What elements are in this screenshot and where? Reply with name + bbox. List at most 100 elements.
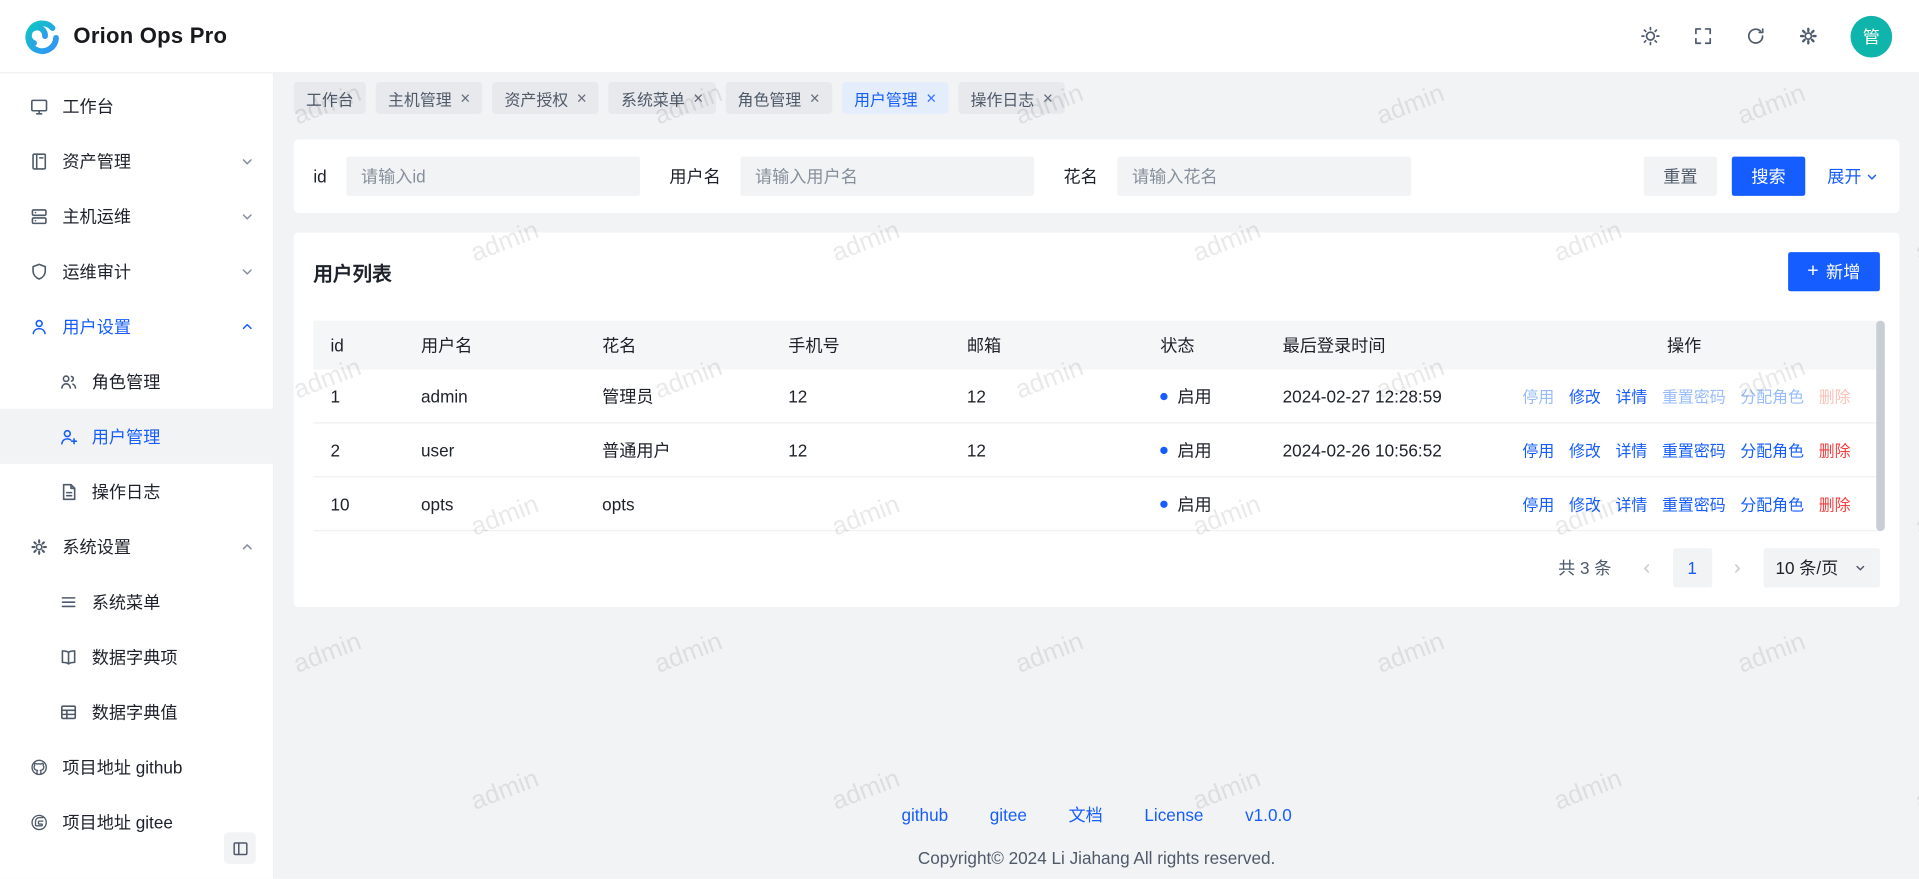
action-detail[interactable]: 详情 [1615, 492, 1647, 515]
reset-button[interactable]: 重置 [1644, 157, 1717, 196]
sidebar-item-label: 主机运维 [62, 204, 131, 228]
search-button[interactable]: 搜索 [1732, 157, 1805, 196]
app-header: Orion Ops Pro [0, 0, 1919, 73]
watermark-text: admin [1911, 216, 1919, 269]
action-delete[interactable]: 删除 [1819, 492, 1851, 515]
action-edit[interactable]: 修改 [1569, 438, 1601, 461]
tab-asset-authorization[interactable]: 资产授权 × [492, 82, 599, 114]
action-detail[interactable]: 详情 [1615, 438, 1647, 461]
action-delete[interactable]: 删除 [1819, 384, 1851, 407]
footer-link-gitee[interactable]: gitee [990, 805, 1027, 825]
sidebar-item-user-settings[interactable]: 用户设置 [0, 299, 273, 354]
sidebar-item-dict-keys[interactable]: 数据字典项 [0, 629, 273, 684]
column-header: 状态 [1143, 333, 1265, 357]
sidebar-item-audit[interactable]: 运维审计 [0, 244, 273, 299]
sidebar-item-label: 运维审计 [62, 259, 131, 283]
theme-toggle-icon[interactable] [1640, 26, 1661, 47]
cell-username: admin [404, 386, 585, 406]
action-assign-role[interactable]: 分配角色 [1740, 384, 1804, 407]
action-disable[interactable]: 停用 [1522, 384, 1554, 407]
sidebar-item-label: 工作台 [62, 94, 113, 118]
action-detail[interactable]: 详情 [1615, 384, 1647, 407]
id-field-label: id [313, 166, 326, 186]
tab-role-management[interactable]: 角色管理 × [725, 82, 832, 114]
table-row: 10 opts opts 启用 停用 修改 详情 重置密码 [313, 477, 1880, 531]
app-logo-icon [20, 15, 62, 57]
chevron-right-icon [1730, 560, 1746, 576]
sidebar-item-role-management[interactable]: 角色管理 [0, 354, 273, 409]
footer-link-docs[interactable]: 文档 [1069, 803, 1103, 827]
watermark-text: admin [1373, 627, 1449, 680]
refresh-icon[interactable] [1745, 26, 1766, 47]
column-header: 邮箱 [950, 333, 1143, 357]
table-scrollbar[interactable] [1876, 321, 1885, 532]
sidebar-item-operation-log[interactable]: 操作日志 [0, 464, 273, 519]
action-assign-role[interactable]: 分配角色 [1740, 438, 1804, 461]
sidebar-item-assets[interactable]: 资产管理 [0, 133, 273, 188]
sidebar-item-github[interactable]: 项目地址 github [0, 739, 273, 794]
close-icon[interactable]: × [577, 89, 587, 106]
action-edit[interactable]: 修改 [1569, 492, 1601, 515]
panel-title: 用户列表 [313, 257, 391, 286]
tab-label: 用户管理 [854, 86, 918, 109]
expand-label: 展开 [1827, 164, 1861, 188]
sidebar-item-hosts[interactable]: 主机运维 [0, 188, 273, 243]
sidebar: 工作台 资产管理 主机运维 [0, 73, 274, 878]
nickname-input[interactable] [1117, 157, 1411, 196]
tab-host-management[interactable]: 主机管理 × [376, 82, 483, 114]
next-page-button[interactable] [1722, 552, 1754, 584]
add-user-button[interactable]: + 新增 [1788, 252, 1880, 291]
expand-toggle[interactable]: 展开 [1827, 164, 1880, 188]
sidebar-item-system-settings[interactable]: 系统设置 [0, 519, 273, 574]
prev-page-button[interactable] [1631, 552, 1663, 584]
status-dot [1160, 446, 1167, 453]
action-delete[interactable]: 删除 [1819, 438, 1851, 461]
sidebar-collapse-icon[interactable] [224, 832, 256, 864]
footer-link-license[interactable]: License [1144, 805, 1203, 825]
sidebar-item-label: 数据字典值 [92, 699, 178, 723]
header-toolbar: 管 [1640, 15, 1892, 57]
footer-link-github[interactable]: github [901, 805, 948, 825]
page-number-1[interactable]: 1 [1673, 548, 1712, 587]
action-reset-password[interactable]: 重置密码 [1662, 384, 1726, 407]
settings-gear-icon[interactable] [1798, 26, 1819, 47]
open-book-icon [59, 647, 79, 667]
action-reset-password[interactable]: 重置密码 [1662, 492, 1726, 515]
action-edit[interactable]: 修改 [1569, 384, 1601, 407]
action-disable[interactable]: 停用 [1522, 438, 1554, 461]
username-input[interactable] [740, 157, 1034, 196]
tab-operation-log[interactable]: 操作日志 × [958, 82, 1065, 114]
total-count: 共 3 条 [1558, 556, 1611, 580]
page-size-select[interactable]: 10 条/页 [1763, 548, 1880, 587]
footer-link-version[interactable]: v1.0.0 [1245, 805, 1292, 825]
tab-label: 角色管理 [738, 86, 802, 109]
close-icon[interactable]: × [1043, 89, 1053, 106]
sidebar-item-dict-values[interactable]: 数据字典值 [0, 684, 273, 739]
tab-system-menu[interactable]: 系统菜单 × [609, 82, 716, 114]
sidebar-item-user-management[interactable]: 用户管理 [0, 409, 273, 464]
action-reset-password[interactable]: 重置密码 [1662, 438, 1726, 461]
close-icon[interactable]: × [460, 89, 470, 106]
table-row: 2 user 普通用户 12 12 启用 2024-02-26 10:56:52… [313, 423, 1880, 477]
tab-user-management[interactable]: 用户管理 × [842, 82, 949, 114]
sidebar-item-label: 系统设置 [62, 534, 131, 558]
scrollbar-thumb[interactable] [1876, 321, 1885, 532]
action-disable[interactable]: 停用 [1522, 492, 1554, 515]
column-header: 操作 [1488, 333, 1880, 357]
close-icon[interactable]: × [810, 89, 820, 106]
close-icon[interactable]: × [693, 89, 703, 106]
fullscreen-icon[interactable] [1693, 26, 1714, 47]
id-input[interactable] [346, 157, 640, 196]
cell-actions: 停用 修改 详情 重置密码 分配角色 删除 [1488, 384, 1880, 407]
close-icon[interactable]: × [926, 89, 936, 106]
column-header: 花名 [585, 333, 771, 357]
status-dot [1160, 392, 1167, 399]
sidebar-item-label: 项目地址 gitee [62, 810, 172, 834]
sidebar-item-system-menu[interactable]: 系统菜单 [0, 574, 273, 629]
cell-email: 12 [950, 440, 1143, 460]
user-avatar[interactable]: 管 [1851, 15, 1893, 57]
tab-workbench[interactable]: 工作台 [294, 82, 366, 114]
cell-nickname: 普通用户 [585, 438, 771, 462]
action-assign-role[interactable]: 分配角色 [1740, 492, 1804, 515]
sidebar-item-workbench[interactable]: 工作台 [0, 78, 273, 133]
